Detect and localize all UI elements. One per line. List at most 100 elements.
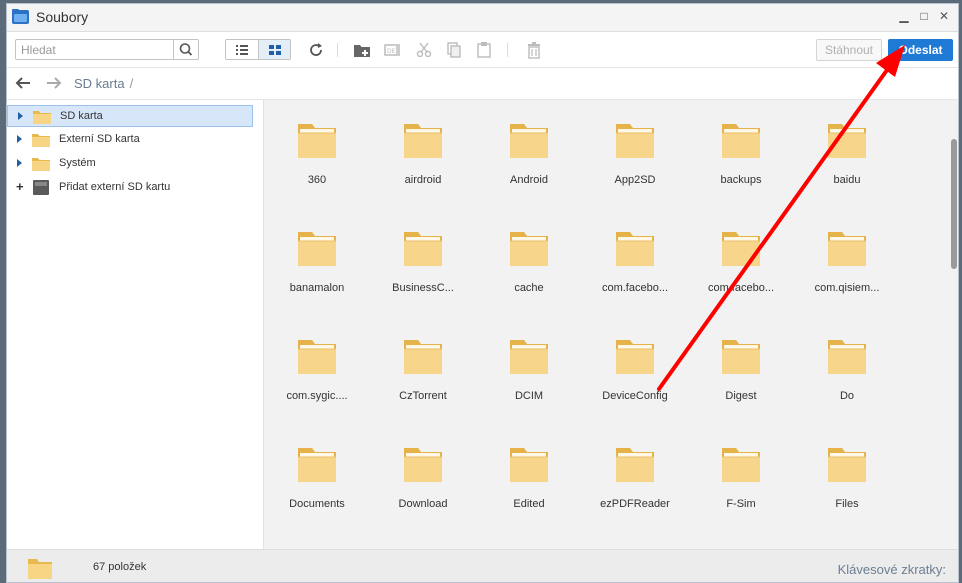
folder-label: 360: [307, 174, 327, 186]
paste-icon[interactable]: [475, 41, 493, 59]
folder-icon: [32, 134, 50, 147]
expand-arrow-icon[interactable]: [17, 159, 22, 167]
folder-item[interactable]: ezPDFReader: [582, 424, 688, 524]
folder-label: com.qisiem...: [814, 282, 880, 294]
folder-icon: [298, 340, 336, 374]
folder-item[interactable]: 360: [264, 100, 370, 200]
toolbar-separator: [337, 43, 338, 57]
folder-icon: [510, 340, 548, 374]
download-button[interactable]: Stáhnout: [816, 39, 882, 61]
sidebar-item-externi-sd-karta[interactable]: Externí SD karta: [7, 129, 253, 151]
folder-item[interactable]: DeviceConfig: [582, 316, 688, 416]
folder-item[interactable]: banamalon: [264, 208, 370, 308]
folder-item[interactable]: CzTorrent: [370, 316, 476, 416]
expand-arrow-icon[interactable]: [17, 135, 22, 143]
send-button[interactable]: Odeslat: [888, 39, 953, 61]
folder-icon: [404, 448, 442, 482]
scrollbar-thumb[interactable]: [951, 139, 957, 269]
folder-item[interactable]: com.facebo...: [582, 208, 688, 308]
folder-label: Download: [398, 498, 448, 510]
cut-icon[interactable]: [415, 41, 433, 59]
folder-item[interactable]: App2SD: [582, 100, 688, 200]
sidebar-item-add-external-sd[interactable]: + Přidat externí SD kartu: [7, 177, 253, 199]
view-toggle: [225, 39, 291, 60]
folder-item[interactable]: Android: [476, 100, 582, 200]
vertical-scrollbar[interactable]: [950, 100, 958, 549]
folder-label: Documents: [289, 498, 345, 510]
folder-label: BusinessC...: [392, 282, 454, 294]
folder-icon: [404, 232, 442, 266]
grid-view-button[interactable]: [259, 40, 290, 59]
minimize-button[interactable]: ▁: [896, 8, 912, 24]
sidebar-item-sd-karta[interactable]: SD karta: [7, 105, 253, 127]
folder-item[interactable]: Edited: [476, 424, 582, 524]
folder-icon: [298, 124, 336, 158]
item-count: 67 položek: [93, 561, 147, 573]
folder-label: com.facebo...: [601, 282, 669, 294]
folder-item[interactable]: Digest: [688, 316, 794, 416]
plus-icon[interactable]: +: [16, 179, 24, 194]
file-manager-window: Soubory ▁ □ ✕ Hledat DE Stáhnout Odeslat…: [6, 3, 959, 583]
folder-item[interactable]: baidu: [794, 100, 900, 200]
folder-item[interactable]: BusinessC...: [370, 208, 476, 308]
breadcrumb: SD karta /: [74, 76, 133, 91]
folder-icon: [828, 448, 866, 482]
folder-label: com.sygic....: [286, 390, 348, 402]
keyboard-shortcuts-link[interactable]: Klávesové zkratky:: [838, 562, 946, 577]
search-box: [15, 39, 199, 60]
folder-item[interactable]: backups: [688, 100, 794, 200]
folder-icon: [722, 340, 760, 374]
folder-label: Digest: [725, 390, 757, 402]
folder-icon: [722, 232, 760, 266]
breadcrumb-separator: /: [129, 76, 134, 91]
folder-item[interactable]: com.facebo...: [688, 208, 794, 308]
folder-icon: [828, 232, 866, 266]
list-view-button[interactable]: [226, 40, 259, 59]
search-icon: [179, 43, 193, 56]
folder-grid: 360 airdroid Android App2SD backups baidu bana…: [264, 100, 950, 549]
folder-label: Do: [839, 390, 855, 402]
folder-icon: [828, 340, 866, 374]
title-bar: Soubory ▁ □ ✕: [7, 4, 958, 32]
search-input[interactable]: [16, 40, 183, 59]
folder-item[interactable]: airdroid: [370, 100, 476, 200]
toolbar: DE Stáhnout Odeslat: [7, 32, 958, 68]
copy-icon[interactable]: [445, 41, 463, 59]
sidebar-item-label: SD karta: [60, 110, 103, 122]
folder-item[interactable]: Files: [794, 424, 900, 524]
folder-label: Edited: [513, 498, 545, 510]
new-folder-icon[interactable]: [353, 41, 371, 59]
folder-icon: [32, 158, 50, 171]
refresh-icon[interactable]: [307, 41, 325, 59]
trash-icon[interactable]: [525, 41, 543, 59]
toolbar-separator: [507, 43, 508, 57]
folder-item[interactable]: F-Sim: [688, 424, 794, 524]
grid-view-icon: [269, 45, 281, 55]
rename-icon[interactable]: DE: [384, 41, 402, 59]
sidebar-item-system[interactable]: Systém: [7, 153, 253, 175]
close-button[interactable]: ✕: [936, 8, 952, 24]
folder-icon: [616, 232, 654, 266]
expand-arrow-icon[interactable]: [18, 112, 23, 120]
back-arrow-icon[interactable]: [15, 76, 31, 90]
folder-icon: [616, 448, 654, 482]
folder-label: backups: [720, 174, 762, 186]
folder-icon: [510, 124, 548, 158]
folder-label: airdroid: [404, 174, 442, 186]
search-button[interactable]: [173, 40, 198, 59]
maximize-button[interactable]: □: [916, 8, 932, 24]
forward-arrow-icon[interactable]: [46, 76, 62, 90]
folder-item[interactable]: com.sygic....: [264, 316, 370, 416]
breadcrumb-item-sd-karta[interactable]: SD karta: [74, 76, 125, 91]
folder-item[interactable]: Documents: [264, 424, 370, 524]
folder-item[interactable]: DCIM: [476, 316, 582, 416]
folder-item[interactable]: Do: [794, 316, 900, 416]
folder-item[interactable]: com.qisiem...: [794, 208, 900, 308]
folder-icon: [616, 124, 654, 158]
folder-item[interactable]: cache: [476, 208, 582, 308]
folder-icon: [298, 232, 336, 266]
folder-item[interactable]: Download: [370, 424, 476, 524]
window-title: Soubory: [36, 9, 89, 25]
folder-label: F-Sim: [726, 498, 756, 510]
folder-icon: [616, 340, 654, 374]
